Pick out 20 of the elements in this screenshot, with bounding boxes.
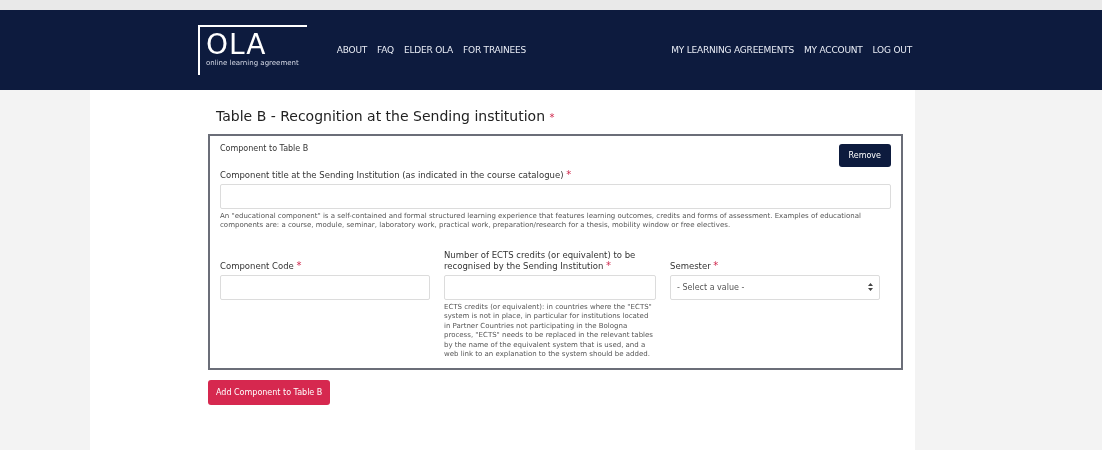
semester-select[interactable]: - Select a value - xyxy=(670,274,880,300)
section-title: Table B - Recognition at the Sending institution * xyxy=(216,108,556,124)
field-label: Semester * xyxy=(670,258,720,271)
nav-link[interactable]: FOR TRAINEES xyxy=(463,45,527,55)
component-heading: Component to Table B xyxy=(220,144,309,153)
nav-link[interactable]: ABOUT xyxy=(336,45,368,55)
nav-link[interactable]: ELDER OLA xyxy=(403,45,454,55)
nav-link[interactable]: MY ACCOUNT xyxy=(804,45,863,55)
remove-button[interactable]: Remove xyxy=(838,144,891,167)
field-label: Component title at the Sending Institution (as indicated in the course catalogue) * xyxy=(220,169,573,180)
input-field[interactable] xyxy=(220,274,430,300)
sort-caret-icon xyxy=(868,283,873,292)
field-label: Number of ECTS credits (or equivalent) to be recognised by the Sending Institution * xyxy=(444,248,637,271)
nav-link[interactable]: FAQ xyxy=(377,45,394,55)
nav-link[interactable]: LOG OUT xyxy=(872,45,912,55)
input-field[interactable] xyxy=(444,274,656,300)
field-label: Component Code * xyxy=(220,258,303,271)
input-field[interactable] xyxy=(220,184,891,209)
nav-link[interactable]: MY LEARNING AGREEMENTS xyxy=(671,45,794,55)
add-component-button[interactable]: Add Component to Table B xyxy=(208,379,331,405)
